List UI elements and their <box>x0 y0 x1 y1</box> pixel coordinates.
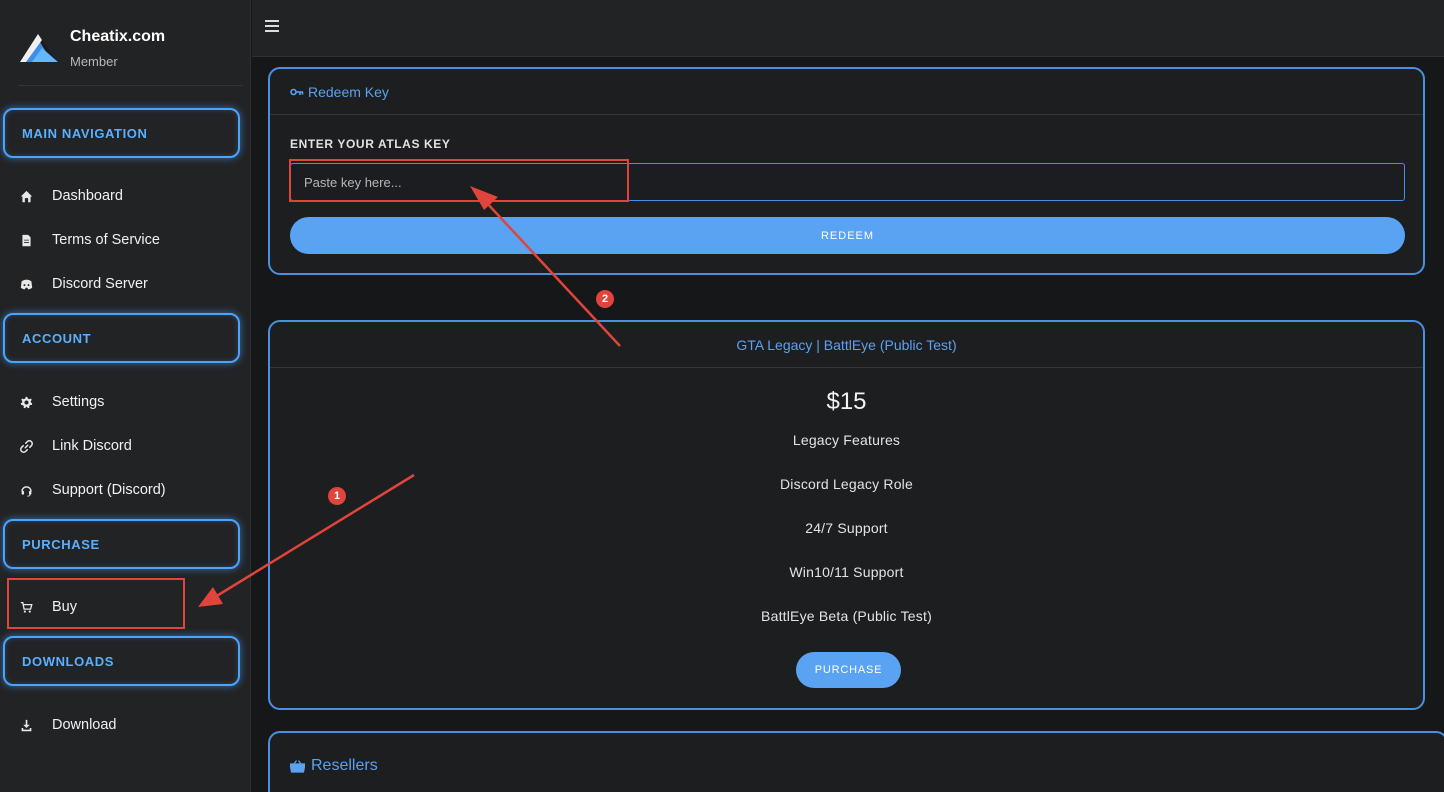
nav-download-label: Download <box>52 717 117 733</box>
discord-icon <box>18 276 34 292</box>
purchase-button[interactable]: PURCHASE <box>796 652 901 688</box>
document-icon <box>18 232 34 248</box>
nav-link-discord[interactable]: Link Discord <box>18 434 132 458</box>
step-badge-2: 2 <box>596 290 614 308</box>
plan-feature: 24/7 Support <box>805 520 888 536</box>
nav-dashboard-label: Dashboard <box>52 188 123 204</box>
link-icon <box>18 438 34 454</box>
headset-icon <box>18 482 34 498</box>
download-icon <box>18 717 34 733</box>
key-icon <box>290 88 304 95</box>
key-field-label: ENTER YOUR ATLAS KEY <box>290 137 451 151</box>
nav-terms-of-service[interactable]: Terms of Service <box>18 228 160 252</box>
plan-price: $15 <box>826 388 867 415</box>
resellers-card: Resellers <box>268 731 1444 792</box>
nav-support-label: Support (Discord) <box>52 482 166 498</box>
nav-settings-label: Settings <box>52 394 105 410</box>
menu-icon[interactable] <box>265 20 279 32</box>
home-icon <box>18 188 34 204</box>
brand-name: Cheatix.com <box>70 28 166 45</box>
topbar <box>252 0 1444 57</box>
redeem-button[interactable]: REDEEM <box>290 217 1405 254</box>
logo-icon <box>20 34 58 62</box>
plan-title: GTA Legacy | BattlEye (Public Test) <box>270 322 1423 368</box>
plan-feature: BattlEye Beta (Public Test) <box>761 608 932 624</box>
nav-discord-server[interactable]: Discord Server <box>18 272 148 296</box>
plan-card: GTA Legacy | BattlEye (Public Test) $15 … <box>268 320 1425 710</box>
section-account: ACCOUNT <box>3 313 240 363</box>
section-purchase: PURCHASE <box>3 519 240 569</box>
plan-feature: Win10/11 Support <box>789 564 904 580</box>
gear-icon <box>18 394 34 410</box>
nav-discord-server-label: Discord Server <box>52 276 148 292</box>
resellers-header: Resellers <box>290 757 378 775</box>
brand[interactable]: Cheatix.com Member <box>18 28 243 86</box>
nav-support-discord[interactable]: Support (Discord) <box>18 478 166 502</box>
step-badge-1: 1 <box>328 487 346 505</box>
nav-dashboard[interactable]: Dashboard <box>18 184 123 208</box>
resellers-title: Resellers <box>311 757 378 774</box>
section-downloads: DOWNLOADS <box>3 636 240 686</box>
buy-highlight <box>7 578 185 629</box>
app-root: Cheatix.com Member MAIN NAVIGATION Dashb… <box>0 0 1444 792</box>
basket-icon <box>290 759 305 773</box>
key-input-highlight <box>289 159 629 202</box>
plan-feature: Legacy Features <box>792 432 901 448</box>
section-main-navigation: MAIN NAVIGATION <box>3 108 240 158</box>
redeem-card-header: Redeem Key <box>270 69 1423 115</box>
redeem-title: Redeem Key <box>308 83 389 100</box>
nav-terms-label: Terms of Service <box>52 232 160 248</box>
nav-settings[interactable]: Settings <box>18 390 104 414</box>
nav-link-discord-label: Link Discord <box>52 438 132 454</box>
sidebar: Cheatix.com Member MAIN NAVIGATION Dashb… <box>0 0 251 792</box>
plan-feature: Discord Legacy Role <box>780 476 913 492</box>
user-role: Member <box>70 54 118 69</box>
nav-download[interactable]: Download <box>18 713 117 737</box>
